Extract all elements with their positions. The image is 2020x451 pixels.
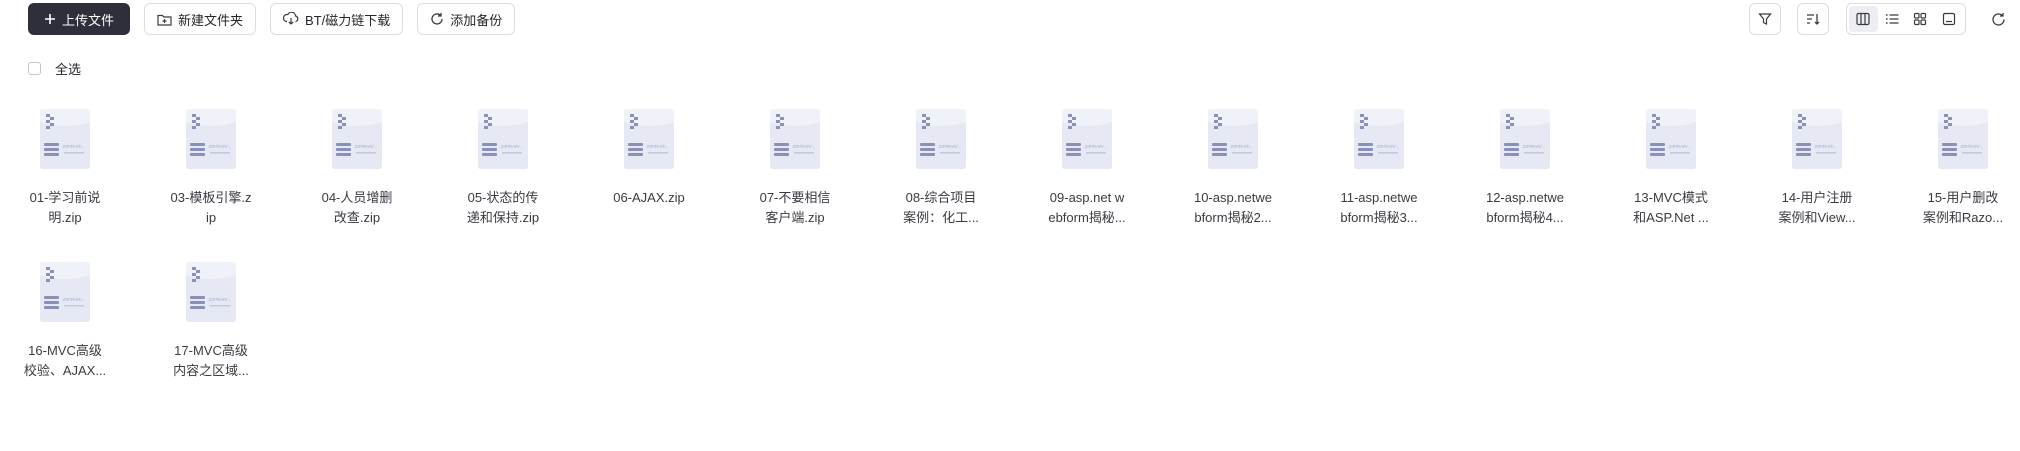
zip-file-icon: ZIP/RAR/... — [916, 109, 966, 169]
file-name-line: 17-MVC高级 — [174, 343, 248, 358]
file-name-line: ebform揭秘... — [1048, 210, 1126, 225]
file-name-line: 客户端.zip — [765, 210, 825, 225]
zip-icon-label: ZIP/RAR/... — [793, 144, 816, 149]
zip-file-icon: ZIP/RAR/... — [40, 262, 90, 322]
zip-file-icon: ZIP/RAR/... — [1354, 109, 1404, 169]
zip-file-icon: ZIP/RAR/... — [1646, 109, 1696, 169]
zip-file-icon: ZIP/RAR/... — [186, 262, 236, 322]
file-name-line: 和ASP.Net ... — [1633, 210, 1709, 225]
file-name: 06-AJAX.zip — [594, 188, 704, 208]
zip-icon-label: ZIP/RAR/... — [647, 144, 670, 149]
file-name-line: 11-asp.netwe — [1340, 190, 1418, 205]
sort-button[interactable] — [1797, 3, 1829, 35]
file-name-line: 改查.zip — [333, 210, 381, 225]
refresh-button[interactable] — [1982, 3, 2014, 35]
list-view-icon — [1885, 14, 1899, 24]
zip-file-icon: ZIP/RAR/... — [478, 109, 528, 169]
zip-file-icon: ZIP/RAR/... — [1938, 109, 1988, 169]
sort-icon — [1807, 14, 1820, 25]
file-name: 12-asp.netwe bform揭秘4... — [1470, 188, 1580, 228]
file-name-line: 递和保持.zip — [466, 210, 540, 225]
file-name-line: bform揭秘2... — [1194, 210, 1272, 225]
file-name: 10-asp.netwe bform揭秘2... — [1178, 188, 1288, 228]
file-name: 07-不要相信 客户端.zip — [740, 188, 850, 228]
file-name-line: 06-AJAX.zip — [613, 190, 685, 205]
grid-view-option[interactable] — [1906, 6, 1935, 32]
file-name-line: 04-人员增删 — [321, 190, 393, 205]
select-all-checkbox[interactable] — [28, 62, 41, 75]
file-name: 05-状态的传 递和保持.zip — [448, 188, 558, 228]
file-name-line: 16-MVC高级 — [28, 343, 102, 358]
file-name-line: ip — [205, 210, 217, 225]
file-name-line: 校验、AJAX... — [23, 363, 107, 378]
zip-icon-label: ZIP/RAR/... — [501, 144, 524, 149]
file-name-line: 案例和Razo... — [1922, 210, 2004, 225]
file-name-line: 内容之区域... — [173, 363, 249, 378]
select-all[interactable]: 全选 — [28, 59, 81, 78]
file-name: 04-人员增删 改查.zip — [302, 188, 412, 228]
select-all-label: 全选 — [55, 62, 82, 77]
zip-icon-label: ZIP/RAR/... — [63, 144, 86, 149]
file-name-line: 12-asp.netwe — [1485, 190, 1565, 205]
large-thumbnail-icon — [1942, 12, 1955, 26]
file-name: 13-MVC模式 和ASP.Net ... — [1616, 188, 1726, 228]
column-view-icon — [1856, 12, 1870, 26]
filter-icon — [1758, 13, 1772, 25]
large-thumbnail-option[interactable] — [1935, 6, 1964, 32]
zip-icon-label: ZIP/RAR/... — [1669, 144, 1692, 149]
zip-file-icon: ZIP/RAR/... — [40, 109, 90, 169]
file-name-line: 07-不要相信 — [759, 190, 831, 205]
zip-icon-label: ZIP/RAR/... — [209, 297, 232, 302]
zip-icon-label: ZIP/RAR/... — [1231, 144, 1254, 149]
zip-icon-label: ZIP/RAR/... — [355, 144, 378, 149]
file-name-line: 08-综合项目 — [905, 190, 977, 205]
file-name: 11-asp.netwe bform揭秘3... — [1324, 188, 1434, 228]
zip-file-icon: ZIP/RAR/... — [1500, 109, 1550, 169]
filter-button[interactable] — [1749, 3, 1781, 35]
file-name-line: bform揭秘4... — [1486, 210, 1564, 225]
zip-file-icon: ZIP/RAR/... — [332, 109, 382, 169]
zip-file-icon: ZIP/RAR/... — [1208, 109, 1258, 169]
file-name-line: 案例：化工... — [903, 210, 979, 225]
view-mode-switch — [1846, 3, 1966, 35]
file-name-line: 案例和View... — [1778, 210, 1856, 225]
zip-icon-label: ZIP/RAR/... — [939, 144, 962, 149]
file-name: 01-学习前说 明.zip — [10, 188, 120, 228]
zip-file-icon: ZIP/RAR/... — [770, 109, 820, 169]
file-name-line: bform揭秘3... — [1340, 210, 1418, 225]
file-name: 08-综合项目 案例：化工... — [886, 188, 996, 228]
zip-file-icon: ZIP/RAR/... — [624, 109, 674, 169]
zip-icon-label: ZIP/RAR/... — [63, 297, 86, 302]
file-name-line: 03-模板引擎.z — [170, 190, 252, 205]
file-name: 09-asp.net w ebform揭秘... — [1032, 188, 1142, 228]
list-view-option[interactable] — [1878, 6, 1907, 32]
zip-file-icon: ZIP/RAR/... — [1792, 109, 1842, 169]
zip-file-icon: ZIP/RAR/... — [1062, 109, 1112, 169]
zip-icon-label: ZIP/RAR/... — [1085, 144, 1108, 149]
zip-icon-label: ZIP/RAR/... — [1377, 144, 1400, 149]
file-name-line: 01-学习前说 — [29, 190, 101, 205]
file-name: 14-用户注册 案例和View... — [1762, 188, 1872, 228]
file-name-line: 13-MVC模式 — [1634, 190, 1708, 205]
zip-icon-label: ZIP/RAR/... — [1523, 144, 1546, 149]
file-name-line: 09-asp.net w — [1049, 190, 1125, 205]
file-name-line: 14-用户注册 — [1781, 190, 1853, 205]
file-name-line: 明.zip — [48, 210, 82, 225]
zip-icon-label: ZIP/RAR/... — [1815, 144, 1838, 149]
file-name: 17-MVC高级 内容之区域... — [156, 341, 266, 381]
column-view-option[interactable] — [1849, 6, 1878, 32]
file-name-line: 15-用户删改 — [1927, 190, 1999, 205]
zip-icon-label: ZIP/RAR/... — [209, 144, 232, 149]
file-name: 15-用户删改 案例和Razo... — [1908, 188, 2018, 228]
file-name-line: 05-状态的传 — [467, 190, 539, 205]
view-tools — [0, 3, 2020, 35]
zip-file-icon: ZIP/RAR/... — [186, 109, 236, 169]
zip-icon-label: ZIP/RAR/... — [1961, 144, 1984, 149]
grid-view-icon — [1914, 12, 1927, 26]
file-name: 03-模板引擎.z ip — [156, 188, 266, 228]
file-name-line: 10-asp.netwe — [1193, 190, 1273, 205]
refresh-icon — [1991, 12, 2005, 26]
file-name: 16-MVC高级 校验、AJAX... — [10, 341, 120, 381]
